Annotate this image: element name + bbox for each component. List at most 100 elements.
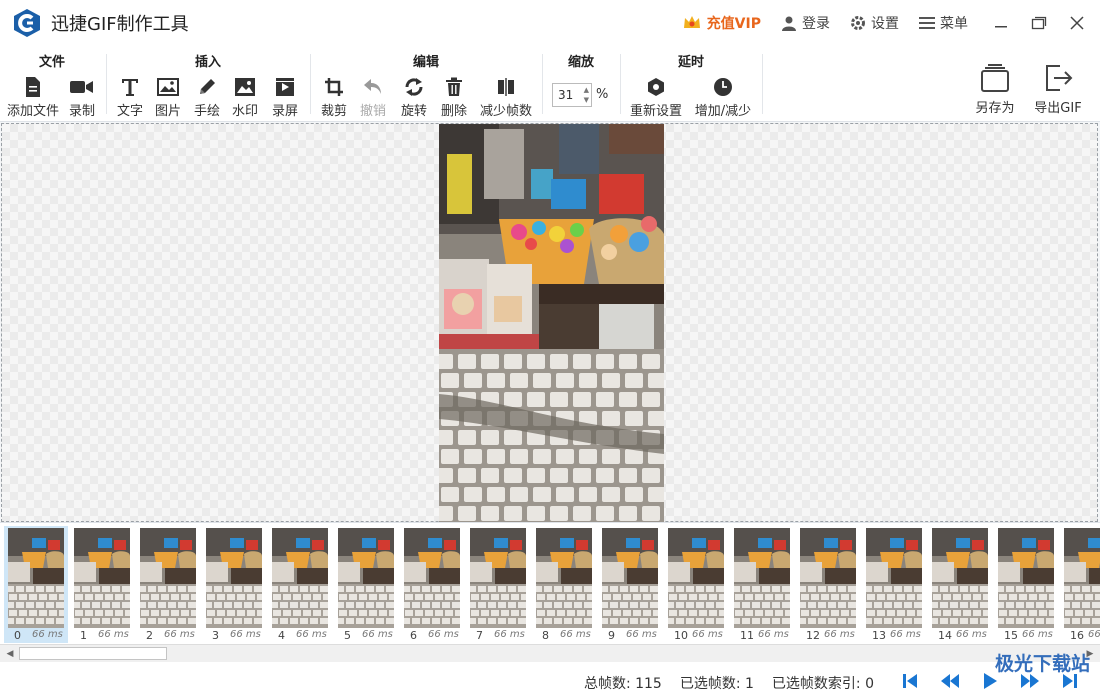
zoom-group-title: 缩放	[567, 55, 594, 70]
frame-index: 9	[608, 629, 615, 642]
frame-index: 8	[542, 629, 549, 642]
frame-thumbnail[interactable]: 9 66 ms	[598, 526, 662, 643]
clock-icon	[714, 78, 732, 96]
frame-index: 16	[1070, 629, 1084, 642]
undo-button[interactable]: 撤销	[356, 76, 390, 120]
frame-thumbnail[interactable]: 14 66 ms	[928, 526, 992, 643]
maximize-icon	[1031, 16, 1047, 30]
image-icon	[157, 78, 179, 96]
frame-delay: 66 ms	[626, 629, 657, 640]
frame-index: 6	[410, 629, 417, 642]
prev-frame-button[interactable]	[930, 670, 970, 692]
frame-thumbnail[interactable]: 1 66 ms	[70, 526, 134, 643]
frame-thumbnail[interactable]: 8 66 ms	[532, 526, 596, 643]
frame-index: 0	[14, 629, 21, 642]
frame-delay: 66 ms	[692, 629, 723, 640]
close-icon	[1070, 16, 1084, 30]
menu-button[interactable]: 菜单	[919, 13, 968, 33]
draw-button[interactable]: 手绘	[190, 76, 224, 120]
undo-icon	[364, 79, 381, 94]
settings-button[interactable]: 设置	[850, 13, 899, 33]
first-frame-button[interactable]	[890, 670, 930, 692]
image-button[interactable]: 图片	[151, 76, 185, 120]
preview-canvas[interactable]	[1, 123, 1098, 522]
save-as-button[interactable]: 另存为	[972, 62, 1018, 116]
frame-thumbnail[interactable]: 16 66 ms	[1060, 526, 1100, 643]
selected-index-label: 已选帧数索引: 0	[771, 676, 874, 692]
frame-thumbnail[interactable]: 5 66 ms	[334, 526, 398, 643]
frame-index: 1	[80, 629, 87, 642]
adjust-delay-button[interactable]: 增加/减少	[691, 76, 755, 120]
delete-button[interactable]: 删除	[437, 76, 471, 120]
frame-thumbnail-image	[404, 528, 460, 628]
title-bar: 迅捷GIF制作工具 充值VIP 登录 设置 菜单	[0, 0, 1100, 46]
crop-icon	[325, 78, 343, 96]
frame-thumbnail[interactable]: 13 66 ms	[862, 526, 926, 643]
frame-index: 7	[476, 629, 483, 642]
file-icon	[26, 77, 40, 97]
frame-index: 15	[1004, 629, 1018, 642]
skip-first-icon	[903, 674, 917, 688]
gear-icon	[851, 16, 865, 30]
frame-index: 4	[278, 629, 285, 642]
layers-icon	[981, 64, 1009, 92]
pencil-icon	[200, 79, 215, 94]
frame-thumbnail-image	[536, 528, 592, 628]
frame-thumbnail-image	[800, 528, 856, 628]
edit-group-title: 编辑	[412, 55, 439, 70]
watermark-button[interactable]: 水印	[228, 76, 262, 120]
login-button[interactable]: 登录	[781, 13, 830, 33]
text-button[interactable]: 文字	[113, 76, 147, 120]
vip-button[interactable]: 充值VIP	[682, 13, 761, 33]
frame-thumbnail[interactable]: 7 66 ms	[466, 526, 530, 643]
total-frames-label: 总帧数: 115	[583, 676, 662, 692]
screen-record-button[interactable]: 录屏	[268, 76, 302, 120]
frame-thumbnail[interactable]: 2 66 ms	[136, 526, 200, 643]
rotate-button[interactable]: 旋转	[397, 76, 431, 120]
export-gif-button[interactable]: 导出GIF	[1030, 62, 1086, 116]
frame-thumbnail-image	[602, 528, 658, 628]
scroll-left-icon[interactable]: ◀	[2, 646, 18, 661]
reduce-frames-button[interactable]: 减少帧数	[476, 76, 536, 120]
close-button[interactable]	[1058, 0, 1096, 46]
reduce-frames-icon	[498, 78, 514, 96]
frame-thumbnail[interactable]: 4 66 ms	[268, 526, 332, 643]
frame-delay: 66 ms	[98, 629, 129, 640]
filmstrip-scrollbar[interactable]: ◀ ▶	[0, 644, 1100, 662]
film-icon	[276, 78, 294, 96]
crown-icon	[683, 16, 700, 28]
frame-delay: 66 ms	[956, 629, 987, 640]
frame-thumbnail-image	[140, 528, 196, 628]
frame-thumbnail[interactable]: 11 66 ms	[730, 526, 794, 643]
add-file-button[interactable]: 添加文件	[4, 76, 62, 120]
maximize-button[interactable]	[1020, 0, 1058, 46]
frame-thumbnail-image	[206, 528, 262, 628]
frame-thumbnail-image	[932, 528, 988, 628]
frame-delay: 66 ms	[560, 629, 591, 640]
zoom-input[interactable]: 31 ▲ ▼	[552, 83, 592, 107]
record-button[interactable]: 录制	[64, 76, 100, 120]
minimize-button[interactable]	[982, 0, 1020, 46]
frame-thumbnail[interactable]: 3 66 ms	[202, 526, 266, 643]
insert-group-title: 插入	[194, 55, 221, 70]
frame-thumbnail[interactable]: 6 66 ms	[400, 526, 464, 643]
crop-button[interactable]: 裁剪	[317, 76, 351, 120]
frame-thumbnail[interactable]: 0 66 ms	[4, 526, 68, 643]
frame-thumbnail-image	[734, 528, 790, 628]
frame-thumbnail[interactable]: 15 66 ms	[994, 526, 1058, 643]
zoom-stepper[interactable]: ▲ ▼	[584, 85, 589, 105]
file-group-title: 文件	[38, 55, 65, 70]
frame-thumbnail-image	[8, 528, 64, 628]
video-camera-icon	[70, 81, 93, 93]
app-logo-icon	[14, 9, 40, 37]
frame-index: 13	[872, 629, 886, 642]
frame-filmstrip: 0 66 ms 1 66 ms 2 66 ms 3 66 ms 4 66 ms 5 66 ms 6 66 …	[0, 522, 1100, 644]
frame-index: 14	[938, 629, 952, 642]
reset-delay-button[interactable]: 重新设置	[627, 76, 685, 120]
frame-thumbnail[interactable]: 10 66 ms	[664, 526, 728, 643]
frame-thumbnail[interactable]: 12 66 ms	[796, 526, 860, 643]
scrollbar-thumb[interactable]	[19, 647, 167, 660]
export-icon	[1046, 65, 1073, 91]
separator	[762, 54, 763, 114]
frame-index: 10	[674, 629, 688, 642]
